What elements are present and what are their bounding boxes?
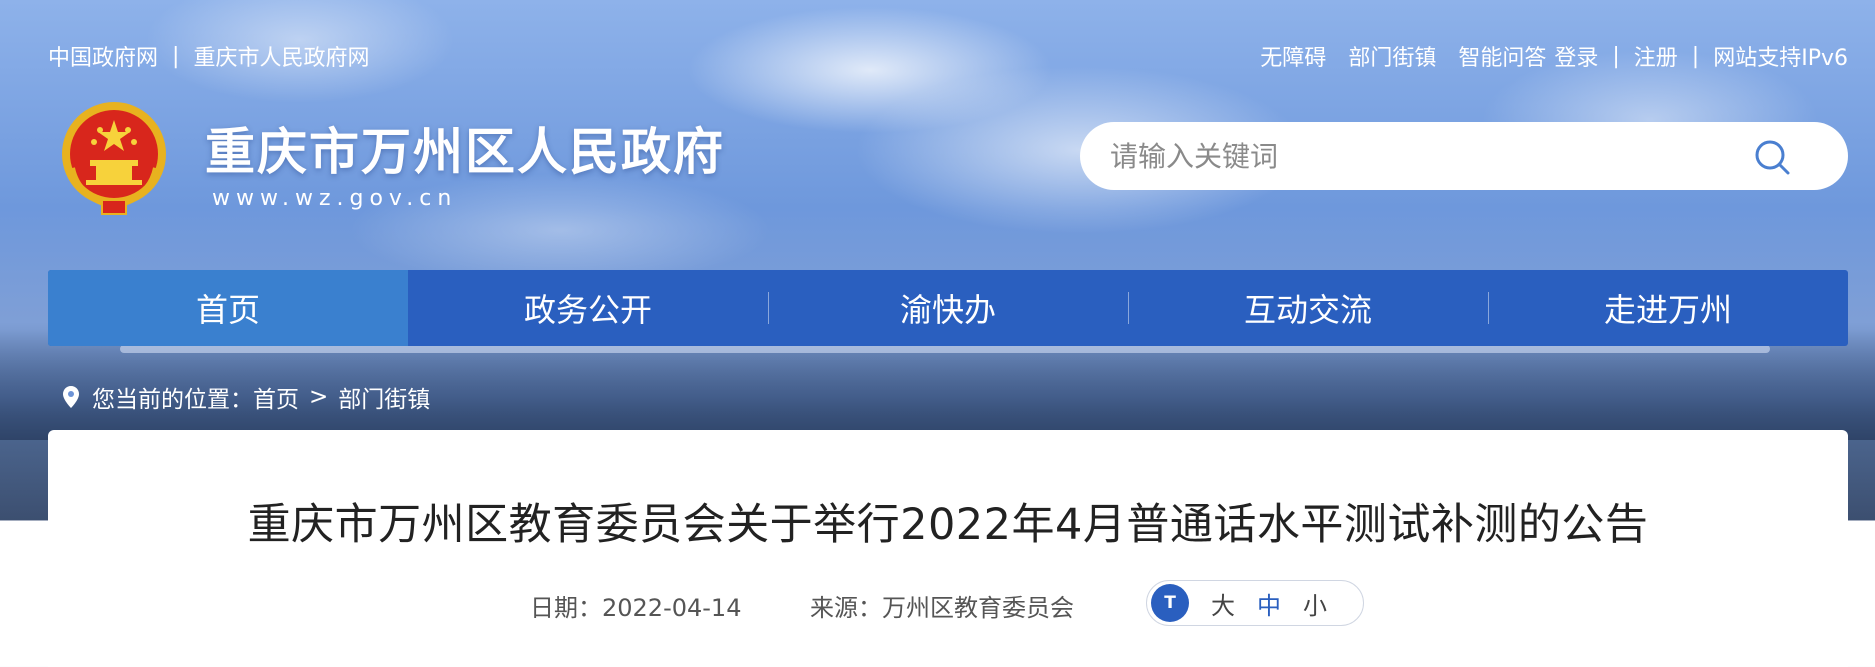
article-card: 重庆市万州区教育委员会关于举行2022年4月普通话水平测试补测的公告 日期：20… xyxy=(48,430,1848,667)
link-gov-cn[interactable]: 中国政府网 xyxy=(48,40,158,72)
font-size-medium[interactable]: 中 xyxy=(1257,586,1281,621)
link-register[interactable]: 注册 xyxy=(1634,40,1678,72)
link-smart-qa[interactable]: 智能问答 xyxy=(1458,40,1546,72)
national-emblem-icon xyxy=(58,98,170,216)
bridge-silhouette xyxy=(120,345,1770,353)
font-size-switcher: T 大 中 小 xyxy=(1146,580,1364,626)
search-icon[interactable] xyxy=(1752,137,1792,177)
link-accessibility[interactable]: 无障碍 xyxy=(1260,40,1326,72)
ipv6-label: 网站支持IPv6 xyxy=(1713,46,1848,71)
font-size-icon: T xyxy=(1151,584,1189,622)
nav-home[interactable]: 首页 xyxy=(48,270,408,346)
link-cq-gov[interactable]: 重庆市人民政府网 xyxy=(193,40,369,72)
main-nav: 首页 政务公开 渝快办 互动交流 走进万州 xyxy=(48,270,1848,346)
nav-interaction[interactable]: 互动交流 xyxy=(1128,270,1488,346)
link-departments[interactable]: 部门街镇 xyxy=(1348,40,1436,72)
top-links-right: 无障碍 部门街镇 智能问答 登录 | 注册 | 网站支持IPv6 xyxy=(1260,40,1848,72)
breadcrumb: 您当前的位置： 首页 > 部门街镇 xyxy=(62,380,430,414)
breadcrumb-separator: > xyxy=(309,384,329,410)
location-pin-icon xyxy=(62,385,80,409)
divider: | xyxy=(172,43,180,69)
breadcrumb-departments[interactable]: 部门街镇 xyxy=(338,380,430,414)
article-date: 日期：2022-04-14 xyxy=(530,594,742,622)
divider: | xyxy=(1612,43,1620,69)
site-url: www.wz.gov.cn xyxy=(212,186,458,211)
site-title: 重庆市万州区人民政府 xyxy=(205,123,725,181)
nav-yukuaiban[interactable]: 渝快办 xyxy=(768,270,1128,346)
divider: | xyxy=(1691,43,1700,69)
breadcrumb-home[interactable]: 首页 xyxy=(253,380,299,414)
nav-about-wanzhou[interactable]: 走进万州 xyxy=(1488,270,1848,346)
article-meta: 日期：2022-04-14 来源：万州区教育委员会 T 大 中 小 xyxy=(48,580,1848,628)
link-login[interactable]: 登录 xyxy=(1554,40,1598,72)
search-box xyxy=(1080,122,1848,190)
font-size-small[interactable]: 小 xyxy=(1303,586,1327,621)
font-size-large[interactable]: 大 xyxy=(1211,586,1235,621)
search-input[interactable] xyxy=(1110,139,1710,173)
article-source: 来源：万州区教育委员会 xyxy=(810,594,1074,622)
article-title: 重庆市万州区教育委员会关于举行2022年4月普通话水平测试补测的公告 xyxy=(247,500,1649,550)
breadcrumb-label: 您当前的位置： xyxy=(92,387,253,413)
nav-government-affairs[interactable]: 政务公开 xyxy=(408,270,768,346)
top-links-left: 中国政府网 | 重庆市人民政府网 xyxy=(48,40,369,72)
